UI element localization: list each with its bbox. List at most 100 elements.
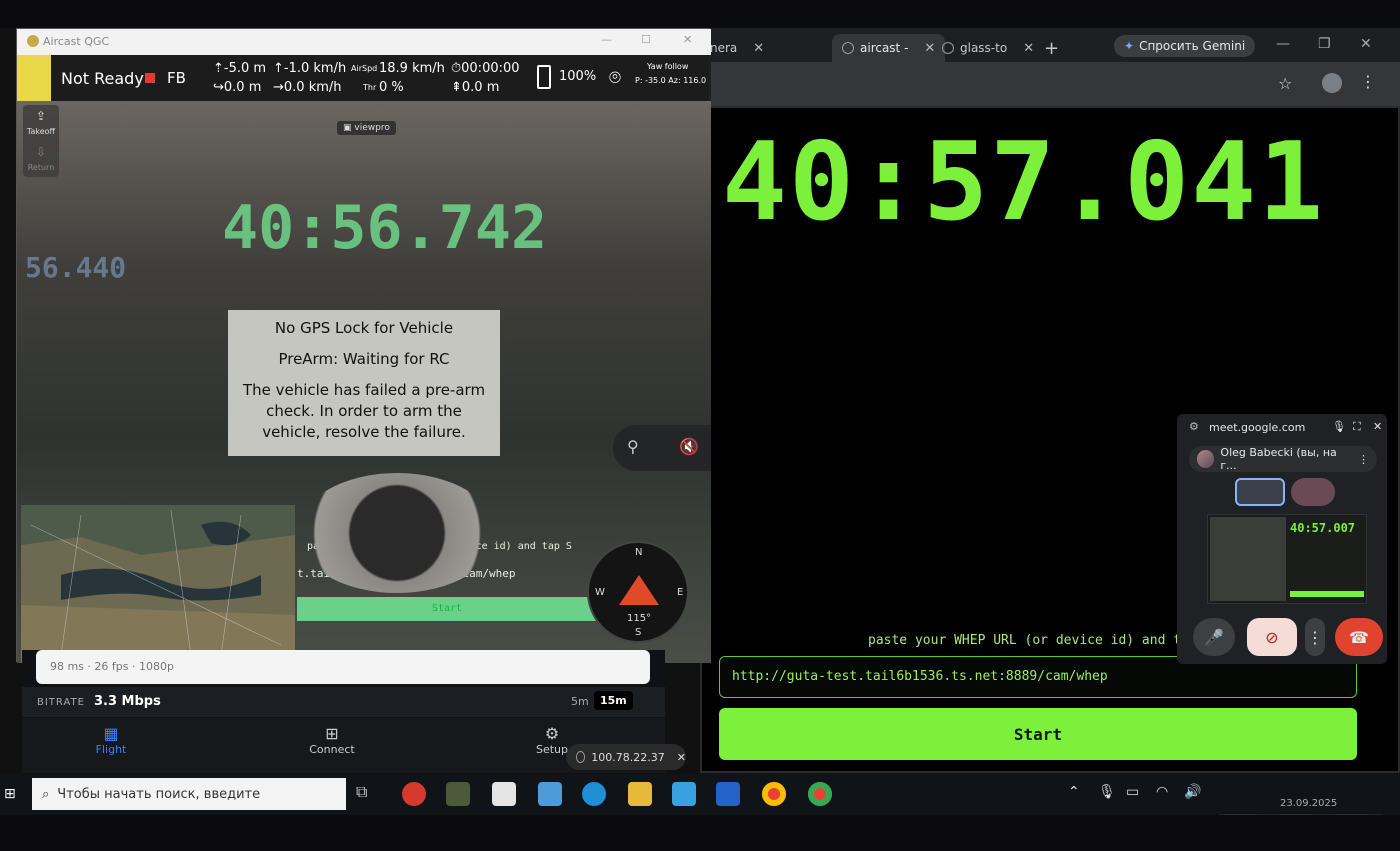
stream-stats-card: 98 ms · 26 fps · 1080p xyxy=(36,650,650,684)
wifi-icon[interactable]: ◠ xyxy=(1156,784,1168,800)
video-background-clock: 56.440 xyxy=(25,251,127,284)
range-15m[interactable]: 15m xyxy=(594,691,633,710)
close-icon[interactable]: ✕ xyxy=(683,33,692,46)
profile-avatar[interactable] xyxy=(1322,73,1342,93)
mic-icon[interactable]: 🎙 xyxy=(1332,420,1346,433)
outlook-icon[interactable] xyxy=(716,782,740,806)
fullscreen-icon[interactable]: ⛶ xyxy=(1353,420,1361,434)
tab-glass-to[interactable]: glass-to ✕ xyxy=(932,34,1044,62)
pin-off-icon[interactable]: ⚲ xyxy=(627,437,639,456)
mic-button[interactable]: 🎤 xyxy=(1193,618,1235,656)
app-monitor-icon[interactable] xyxy=(538,782,562,806)
tab-label: nera xyxy=(710,41,738,55)
chrome-toolbar: ☆ ⋮ xyxy=(700,62,1400,106)
tab-label: aircast - xyxy=(860,41,909,55)
store-icon[interactable] xyxy=(672,782,696,806)
maximize-icon[interactable]: ❐ xyxy=(1318,36,1331,52)
taskbar-date[interactable]: 23.09.2025 xyxy=(1280,798,1337,809)
takeoff-label[interactable]: Takeoff xyxy=(23,127,59,136)
participant-tile-other[interactable] xyxy=(1291,478,1335,506)
chrome-icon[interactable] xyxy=(808,782,832,806)
close-icon[interactable]: ✕ xyxy=(1023,41,1034,56)
nav-flight[interactable]: ▦ Flight xyxy=(71,724,151,756)
taskbar-search[interactable]: ⌕ Чтобы начать поиск, введите xyxy=(32,778,346,810)
windows-taskbar: ⊞ ⌕ Чтобы начать поиск, введите ⧉ ⌃ 🎙 ▭ … xyxy=(0,774,1400,814)
close-icon[interactable]: ✕ xyxy=(1373,420,1382,433)
ground-speed: →0.0 km/h xyxy=(273,80,342,95)
tab-nera[interactable]: nera ✕ xyxy=(700,34,774,62)
minimize-icon[interactable]: — xyxy=(601,33,612,46)
return-label[interactable]: Return xyxy=(23,163,59,172)
meet-pip-window: ⚙ meet.google.com 🎙 ⛶ ✕ Oleg Babecki (вы… xyxy=(1177,414,1387,664)
tab-aircast[interactable]: aircast - ✕ xyxy=(832,34,946,62)
qgc-logo[interactable] xyxy=(17,55,51,101)
distance: ⇞0.0 m xyxy=(451,80,500,95)
close-icon[interactable]: ✕ xyxy=(677,751,686,764)
window-title: Aircast QGC xyxy=(43,35,110,48)
globe-icon xyxy=(576,751,586,763)
bitrate-row: BITRATE 3.3 Mbps 5m 15m xyxy=(22,687,665,717)
grid-icon: ▦ xyxy=(103,724,119,743)
compass-heading: 115° xyxy=(627,613,652,624)
chevron-up-icon[interactable]: ⌃ xyxy=(1068,784,1080,800)
ip-address-pill: 100.78.22.37 ✕ xyxy=(566,744,686,770)
compass-east: E xyxy=(677,587,684,598)
more-options-button[interactable]: ⋮ xyxy=(1305,618,1325,656)
qgc-titlebar: Aircast QGC — ☐ ✕ xyxy=(17,29,711,55)
desktop-screen: nera ✕ aircast - ✕ glass-to ✕ + ✦ Спроси… xyxy=(0,28,1400,815)
takeoff-icon[interactable]: ⇪ xyxy=(23,109,59,123)
video-start-bar: Start xyxy=(297,597,597,621)
mini-map[interactable] xyxy=(21,505,295,663)
close-window-icon[interactable]: ✕ xyxy=(1360,36,1372,52)
minimize-icon[interactable]: — xyxy=(1276,36,1290,52)
settings-sliders-icon[interactable]: ⚙ xyxy=(1189,420,1199,433)
gimbal-mode: Yaw follow xyxy=(647,62,689,71)
nav-connect[interactable]: ⊞ Connect xyxy=(292,724,372,756)
throttle-label: Thr xyxy=(363,83,377,92)
maximize-icon[interactable]: ☐ xyxy=(641,33,651,46)
battery-icon[interactable] xyxy=(537,65,551,89)
app-mp-icon[interactable] xyxy=(446,782,470,806)
compass-west: W xyxy=(595,587,605,598)
camera-icon: ▣ xyxy=(343,123,352,133)
return-icon[interactable]: ⇩ xyxy=(23,145,59,159)
camera-off-button[interactable]: ⊘ xyxy=(1247,618,1297,656)
mic-icon[interactable]: 🎙 xyxy=(1098,784,1116,800)
gemini-icon: ✦ xyxy=(1124,39,1135,53)
task-view-icon[interactable]: ⧉ xyxy=(356,782,380,806)
gemini-button[interactable]: ✦ Спросить Gemini xyxy=(1114,35,1256,57)
warning-flag-icon[interactable] xyxy=(145,73,155,83)
meet-domain: meet.google.com xyxy=(1209,421,1306,434)
camera-tag: ▣ viewpro xyxy=(337,121,396,135)
mute-off-icon[interactable]: 🔇 xyxy=(679,437,699,456)
menu-dots-icon[interactable]: ⋮ xyxy=(1360,72,1376,91)
windows-start-icon[interactable]: ⊞ xyxy=(4,786,16,802)
vehicle-heading-icon xyxy=(619,575,659,605)
qr-code-icon: ⊞ xyxy=(325,724,339,743)
app-red-circle-icon[interactable] xyxy=(402,782,426,806)
new-tab-button[interactable]: + xyxy=(1034,34,1069,62)
participant-tile-self[interactable] xyxy=(1235,478,1285,506)
throttle-value: 0 % xyxy=(379,80,404,95)
bookmark-star-icon[interactable]: ☆ xyxy=(1278,74,1292,93)
nav-label: Connect xyxy=(309,743,355,756)
message-line: PreArm: Waiting for RC xyxy=(278,350,450,368)
app-window-icon[interactable] xyxy=(492,782,516,806)
hangup-button[interactable]: ☎ xyxy=(1335,618,1383,656)
battery-icon[interactable]: ▭ xyxy=(1126,784,1139,800)
close-icon[interactable]: ✕ xyxy=(753,41,764,56)
altitude-amsl: ↪0.0 m xyxy=(213,80,262,95)
gimbal-camera-icon[interactable]: ⌾ xyxy=(609,65,621,89)
participant-name: Oleg Babecki (вы, на г... xyxy=(1220,446,1337,472)
volume-icon[interactable]: 🔊 xyxy=(1184,784,1201,800)
chrome-icon[interactable] xyxy=(762,782,786,806)
edge-icon[interactable] xyxy=(582,782,606,806)
range-5m[interactable]: 5m xyxy=(571,695,589,708)
flight-mode[interactable]: FB xyxy=(167,69,186,87)
arm-status[interactable]: Not Ready xyxy=(61,69,144,88)
meet-participant-row[interactable]: Oleg Babecki (вы, на г... ⋮ xyxy=(1189,446,1377,472)
more-options-icon[interactable]: ⋮ xyxy=(1358,453,1369,466)
qgc-video-feed: ⇪ Takeoff ⇩ Return ▣ viewpro 56.440 40:5… xyxy=(17,101,711,663)
file-explorer-icon[interactable] xyxy=(628,782,652,806)
start-button[interactable]: Start xyxy=(719,708,1357,760)
